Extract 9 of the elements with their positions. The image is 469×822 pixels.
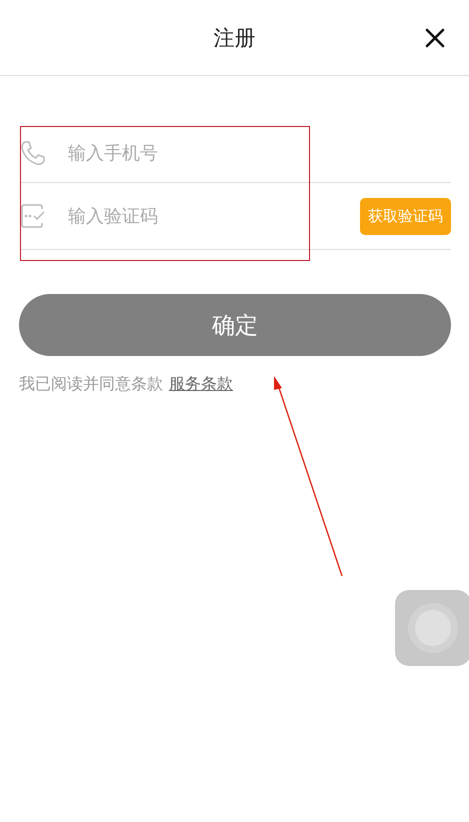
- phone-icon: [20, 140, 46, 166]
- message-check-icon: [20, 203, 46, 229]
- terms-text: 我已阅读并同意条款: [19, 374, 163, 395]
- get-code-button[interactable]: 获取验证码: [360, 198, 451, 234]
- text-field[interactable]: 输入手机号: [66, 142, 451, 164]
- page-title: 注册: [214, 24, 256, 52]
- text-field[interactable]: 输入验证码: [66, 204, 360, 228]
- close-icon[interactable]: [425, 28, 445, 48]
- terms-link[interactable]: 服务条款: [169, 374, 233, 395]
